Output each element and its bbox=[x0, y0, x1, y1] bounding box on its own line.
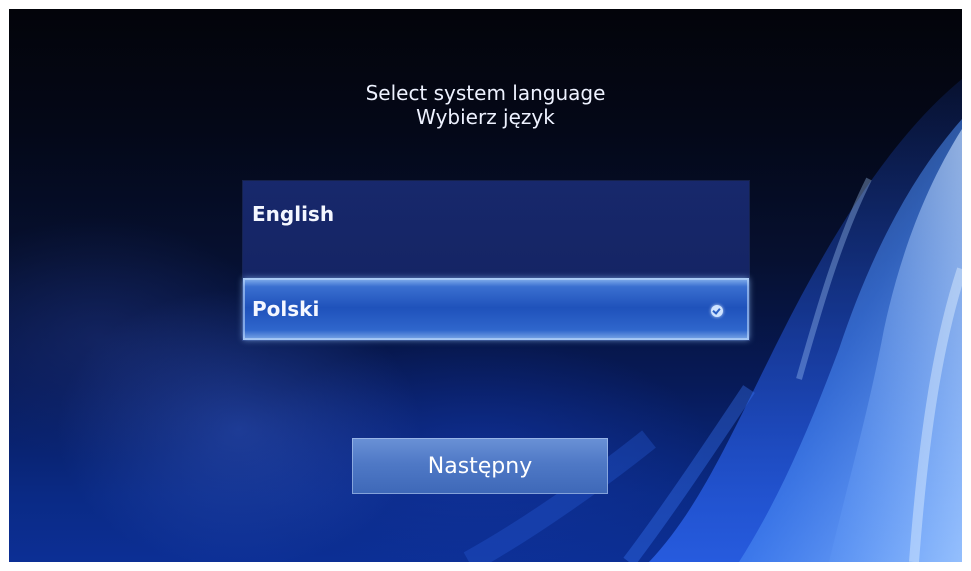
title-english: Select system language bbox=[365, 81, 606, 105]
language-list: English Polski bbox=[243, 181, 749, 340]
title-polish: Wybierz język bbox=[416, 105, 555, 129]
next-button[interactable]: Następny bbox=[352, 438, 608, 494]
next-button-label: Następny bbox=[427, 453, 533, 479]
language-option-polski[interactable]: Polski bbox=[243, 278, 749, 340]
page-title: Select system language Wybierz język bbox=[9, 81, 962, 129]
language-option-english[interactable]: English bbox=[243, 181, 749, 247]
setup-screen: Select system language Wybierz język Eng… bbox=[9, 9, 962, 562]
language-option-label: English bbox=[252, 202, 335, 226]
language-option-label: Polski bbox=[252, 297, 320, 321]
check-circle-icon bbox=[711, 305, 723, 317]
